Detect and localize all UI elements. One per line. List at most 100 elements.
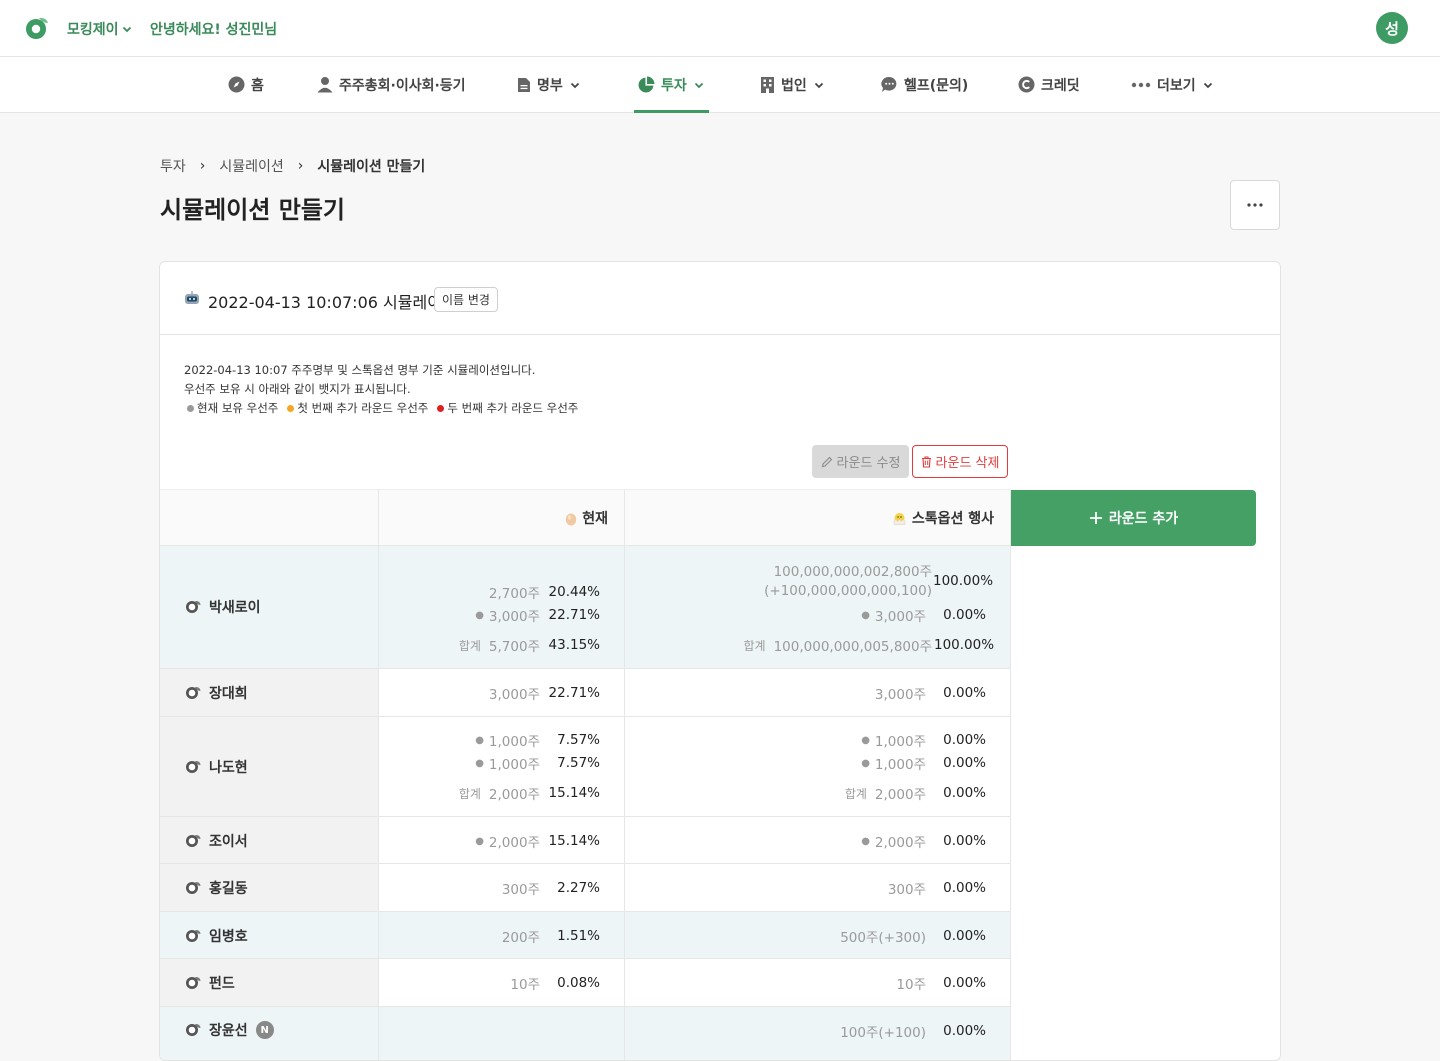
header-holder-cell xyxy=(160,490,379,546)
chick-icon xyxy=(893,512,906,525)
header-current: 현재 xyxy=(379,490,625,546)
share-line: 300주 2.27% xyxy=(501,880,600,898)
share-line: 3,000주 22.71% xyxy=(488,685,600,703)
holder-name[interactable]: 임병호 xyxy=(185,926,248,946)
preferred-badge-dot-icon: ● xyxy=(475,835,484,847)
simulation-card: 2022-04-13 10:07:06 시뮬레이션 이름 변경 2022-04-… xyxy=(159,261,1281,1061)
more-dots-icon xyxy=(1247,203,1263,207)
table-row: 펀드 10주 0.08% 10주 0.00% xyxy=(160,958,1011,1006)
user-avatar[interactable]: 성 xyxy=(1376,12,1408,44)
chevron-down-icon xyxy=(814,82,823,88)
nav-item-registry[interactable]: 명부 xyxy=(517,57,581,112)
share-line: 200주 1.51% xyxy=(501,928,600,946)
nav-item-invest[interactable]: 투자 xyxy=(634,57,709,113)
legend-item: 두 번째 추가 라운드 우선주 xyxy=(434,399,578,418)
simulation-title: 2022-04-13 10:07:06 시뮬레이션 xyxy=(208,293,457,312)
preferred-badge-dot-icon: ● xyxy=(861,734,870,746)
share-line: 3,000주 0.00% xyxy=(874,685,986,703)
more-dots-icon xyxy=(1131,82,1151,87)
pie-chart-icon xyxy=(638,76,655,93)
nav-item-more[interactable]: 더보기 xyxy=(1131,57,1214,112)
holder-name[interactable]: 장윤선 N xyxy=(185,1020,274,1040)
simulation-card-header: 2022-04-13 10:07:06 시뮬레이션 이름 변경 xyxy=(160,262,1280,335)
edit-round-button[interactable]: 라운드 수정 xyxy=(812,445,909,478)
nav-item-meetings[interactable]: 주주총회·이사회·등기 xyxy=(317,57,466,112)
nav-label: 주주총회·이사회·등기 xyxy=(339,77,466,94)
table-row: 나도현 ● 1,000주 7.57% ● 1,000주 7.57% 합계 2,000주 15… xyxy=(160,716,1011,816)
nav-label: 법인 xyxy=(781,77,807,94)
table-row: 조이서 ● 2,000주 15.14% ● 2,000주 0.00% xyxy=(160,816,1011,863)
holder-name[interactable]: 홍길동 xyxy=(185,878,248,898)
holder-name[interactable]: 조이서 xyxy=(185,831,248,851)
shareholder-icon xyxy=(186,881,201,894)
total-line: 합계 2,000주 0.00% xyxy=(844,785,986,803)
nav-item-corporation[interactable]: 법인 xyxy=(760,57,825,112)
company-name: 모킹제이 xyxy=(67,22,119,38)
add-round-button[interactable]: 라운드 추가 xyxy=(1011,490,1256,546)
total-line: 합계 2,000주 15.14% xyxy=(458,785,600,803)
total-line: 합계 5,700주 43.15% xyxy=(458,637,600,655)
document-icon xyxy=(518,77,530,92)
nav-label: 홈 xyxy=(251,77,264,94)
rename-button[interactable]: 이름 변경 xyxy=(434,287,498,312)
top-bar: 모킹제이 안녕하세요! 성진민님 성 xyxy=(0,0,1440,57)
share-line: ● 1,000주 7.57% xyxy=(475,732,600,750)
greeting-text: 안녕하세요! 성진민님 xyxy=(150,22,278,38)
holder-name[interactable]: 박새로이 xyxy=(185,597,261,617)
share-line: ● 2,000주 0.00% xyxy=(861,833,986,851)
badge-legend: 현재 보유 우선주 첫 번째 추가 라운드 우선주 두 번째 추가 라운드 우선… xyxy=(184,399,578,418)
legend-item: 현재 보유 우선주 xyxy=(184,399,278,418)
preferred-badge-dot-icon: ● xyxy=(475,734,484,746)
option-pct: 100.00% xyxy=(933,573,994,589)
trash-icon xyxy=(921,455,931,468)
share-line: 500주(+300) 0.00% xyxy=(840,928,986,946)
share-line: 10주 0.08% xyxy=(510,975,600,993)
share-line: ● 1,000주 0.00% xyxy=(861,732,986,750)
page-more-button[interactable] xyxy=(1230,180,1280,230)
holder-name[interactable]: 나도현 xyxy=(185,757,248,777)
share-line: 10주 0.00% xyxy=(896,975,986,993)
nav-item-help[interactable]: 헬프(문의) xyxy=(881,57,968,112)
new-badge: N xyxy=(255,1021,274,1039)
simulation-description: 2022-04-13 10:07 주주명부 및 스톡옵션 명부 기준 시뮬레이션… xyxy=(184,361,578,418)
table-row: 장윤선 N 100주(+100) 0.00% xyxy=(160,1006,1011,1060)
nav-item-credit[interactable]: 크레딧 xyxy=(1018,57,1080,112)
shareholder-icon xyxy=(186,686,201,699)
share-line: ● 1,000주 0.00% xyxy=(861,755,986,773)
breadcrumb: 투자 › 시뮬레이션 › 시뮬레이션 만들기 xyxy=(160,156,425,176)
breadcrumb-item[interactable]: 시뮬레이션 xyxy=(219,156,283,176)
legend-dot-icon xyxy=(187,405,194,412)
preferred-badge-dot-icon: ● xyxy=(861,609,870,621)
nav-item-home[interactable]: 홈 xyxy=(228,57,264,112)
legend-dot-icon xyxy=(437,405,445,412)
legend-dot-icon xyxy=(287,405,295,412)
app-logo-icon[interactable] xyxy=(24,15,50,41)
nav-label: 헬프(문의) xyxy=(904,77,969,94)
breadcrumb-current: 시뮬레이션 만들기 xyxy=(317,159,426,175)
egg-icon xyxy=(566,513,577,525)
person-icon xyxy=(317,77,333,93)
page-title: 시뮬레이션 만들기 xyxy=(160,196,345,224)
share-line: 100주(+100) 0.00% xyxy=(840,1023,986,1041)
cap-table-header: 현재 스톡옵션 행사 xyxy=(160,489,1011,546)
preferred-badge-dot-icon: ● xyxy=(861,757,870,769)
nav-label: 명부 xyxy=(537,77,563,94)
preferred-badge-dot-icon: ● xyxy=(475,609,484,621)
delete-round-button[interactable]: 라운드 삭제 xyxy=(912,445,1008,478)
holder-name[interactable]: 펀드 xyxy=(185,973,235,993)
breadcrumb-item[interactable]: 투자 xyxy=(160,156,186,176)
description-line: 우선주 보유 시 아래와 같이 뱃지가 표시됩니다. xyxy=(184,382,411,396)
share-line: ● 3,000주 0.00% xyxy=(861,607,986,625)
share-line: ● 3,000주 22.71% xyxy=(475,607,600,625)
shareholder-icon xyxy=(186,600,201,613)
chevron-right-icon: › xyxy=(199,158,206,174)
nav-label: 투자 xyxy=(661,77,687,94)
holder-name[interactable]: 장대희 xyxy=(185,683,248,703)
pencil-icon xyxy=(821,456,832,467)
preferred-badge-dot-icon: ● xyxy=(861,835,870,847)
option-shares: 100,000,000,002,800주 xyxy=(773,564,932,580)
building-icon xyxy=(761,77,774,93)
robot-icon xyxy=(185,291,199,304)
company-selector[interactable]: 모킹제이 xyxy=(67,19,133,39)
table-row: 장대희 3,000주 22.71% 3,000주 0.00% xyxy=(160,668,1011,716)
